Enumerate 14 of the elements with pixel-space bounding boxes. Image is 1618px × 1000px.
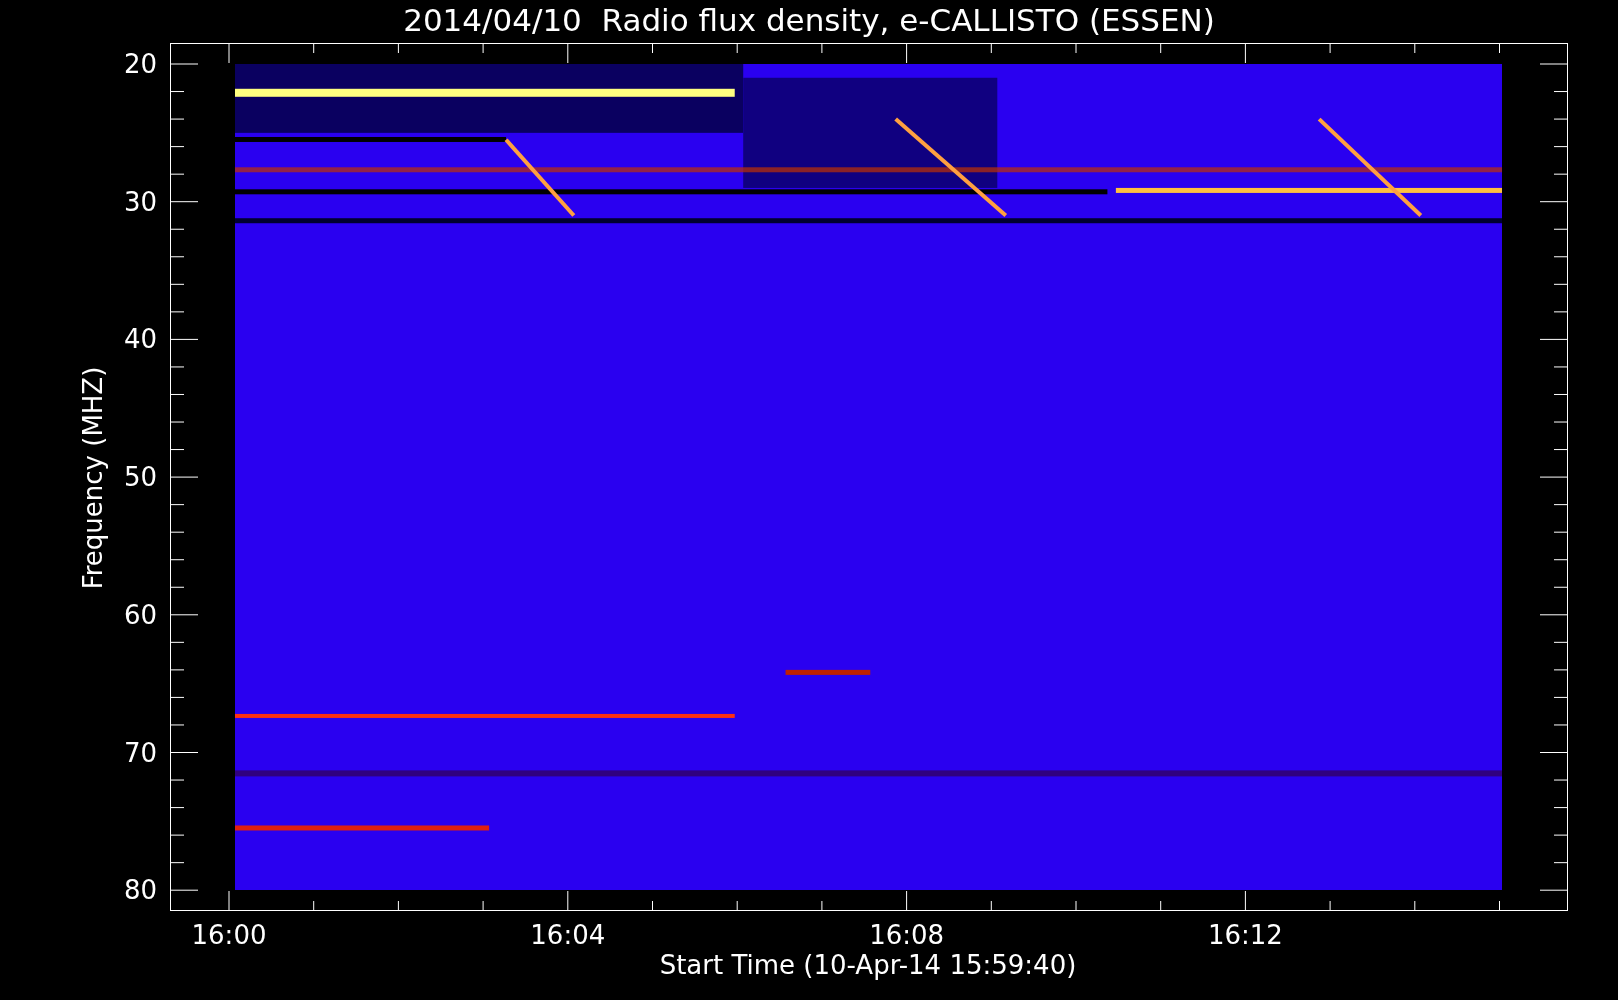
y-tick-label: 80 (123, 875, 157, 906)
x-tick-label: 16:08 (869, 920, 945, 950)
y-tick-label: 40 (123, 324, 157, 355)
x-tick-label: 16:00 (191, 920, 267, 950)
y-tick-label: 50 (123, 462, 157, 493)
y-tick-label: 20 (123, 49, 157, 79)
x-tick-label: 16:04 (530, 920, 606, 950)
y-tick-label: 70 (123, 737, 157, 768)
y-tick-label: 30 (123, 186, 157, 217)
y-tick-label: 60 (123, 599, 157, 630)
chart-title: 2014/04/10 Radio flux density, e-CALLISTO (ESSEN) (402, 1, 1216, 39)
y-axis-label: Frequency (MHZ) (78, 366, 108, 590)
x-axis-label: Start Time (10-Apr-14 15:59:40) (659, 950, 1077, 980)
x-tick-label: 16:12 (1207, 920, 1283, 950)
